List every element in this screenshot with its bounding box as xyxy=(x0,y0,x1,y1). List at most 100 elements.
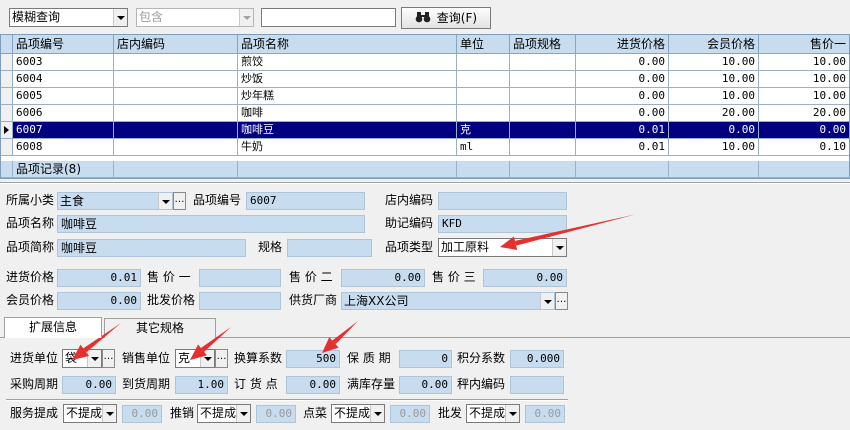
table-cell[interactable]: 20.00 xyxy=(669,105,759,122)
purchase-cycle-field[interactable]: 0.00 xyxy=(62,376,116,394)
search-input[interactable] xyxy=(261,8,396,27)
sales-unit-select[interactable]: 克 xyxy=(175,349,215,368)
subcategory-select[interactable]: 主食 xyxy=(57,192,173,210)
table-cell[interactable] xyxy=(114,139,238,156)
table-cell[interactable]: 6006 xyxy=(13,105,114,122)
table-cell[interactable]: 0.01 xyxy=(576,122,669,139)
column-header[interactable]: 售价一 xyxy=(759,35,849,54)
table-cell[interactable] xyxy=(457,54,510,71)
arrival-cycle-field[interactable]: 1.00 xyxy=(175,376,228,394)
row-indicator[interactable] xyxy=(1,139,13,156)
chevron-down-icon[interactable] xyxy=(113,9,127,26)
type-select[interactable]: 加工原料 xyxy=(438,238,567,257)
order-commission-select[interactable]: 不提成 xyxy=(331,404,385,423)
column-header[interactable]: 品项名称 xyxy=(238,35,457,54)
code-field[interactable]: 6007 xyxy=(246,192,365,210)
query-button[interactable]: 查询(F) xyxy=(401,7,491,29)
row-indicator[interactable] xyxy=(1,122,13,139)
wholesale-commission-amount[interactable]: 0.00 xyxy=(525,405,565,423)
chevron-down-icon[interactable] xyxy=(505,405,519,422)
table-cell[interactable]: 10.00 xyxy=(759,54,849,71)
row-indicator[interactable] xyxy=(1,54,13,71)
short-name-field[interactable]: 咖啡豆 xyxy=(57,239,246,257)
chevron-down-icon[interactable] xyxy=(200,350,214,367)
column-header[interactable]: 品项编号 xyxy=(13,35,114,54)
service-commission-select[interactable]: 不提成 xyxy=(63,404,117,423)
table-cell[interactable]: 咖啡豆 xyxy=(238,122,457,139)
chevron-down-icon[interactable] xyxy=(239,9,253,26)
tab-other-specs[interactable]: 其它规格 xyxy=(104,318,216,338)
scale-code-field[interactable] xyxy=(510,376,564,394)
table-cell[interactable]: 10.00 xyxy=(759,88,849,105)
row-indicator[interactable] xyxy=(1,105,13,122)
price3-field[interactable]: 0.00 xyxy=(483,269,567,287)
table-cell[interactable]: 0.00 xyxy=(576,54,669,71)
items-grid[interactable]: 品项编号 店内编码 品项名称 单位 品项规格 进货价格 会员价格 售价一 600… xyxy=(0,34,850,179)
store-code-field[interactable] xyxy=(438,192,567,210)
row-indicator[interactable] xyxy=(1,71,13,88)
supplier-select[interactable]: 上海XX公司 xyxy=(341,292,555,310)
order-point-field[interactable]: 0.00 xyxy=(286,376,340,394)
price2-field[interactable]: 0.00 xyxy=(341,269,425,287)
member-price-field[interactable]: 0.00 xyxy=(57,292,141,310)
table-cell[interactable]: 0.01 xyxy=(576,139,669,156)
table-cell[interactable] xyxy=(457,88,510,105)
table-cell[interactable]: 0.10 xyxy=(759,139,849,156)
table-cell[interactable]: 6008 xyxy=(13,139,114,156)
table-cell[interactable] xyxy=(510,88,576,105)
table-cell[interactable]: 10.00 xyxy=(669,139,759,156)
supplier-browse-button[interactable]: … xyxy=(555,292,568,310)
table-cell[interactable]: 煎饺 xyxy=(238,54,457,71)
wholesale-commission-select[interactable]: 不提成 xyxy=(466,404,520,423)
table-row[interactable]: 6007 咖啡豆克 0.01 0.00 0.00 xyxy=(1,122,849,139)
name-field[interactable]: 咖啡豆 xyxy=(57,215,365,233)
table-cell[interactable]: ml xyxy=(457,139,510,156)
spec-field[interactable] xyxy=(287,239,372,257)
purchase-unit-browse-button[interactable]: … xyxy=(102,349,115,368)
wholesale-price-field[interactable] xyxy=(199,292,281,310)
sales-unit-browse-button[interactable]: … xyxy=(215,349,228,368)
chevron-down-icon[interactable] xyxy=(370,405,384,422)
condition-select[interactable]: 包含 xyxy=(136,8,254,27)
table-row[interactable]: 6004 炒饭 0.00 10.00 10.00 xyxy=(1,71,849,88)
shelf-life-field[interactable]: 0 xyxy=(399,350,452,368)
table-cell[interactable]: 炒饭 xyxy=(238,71,457,88)
table-cell[interactable] xyxy=(510,122,576,139)
table-cell[interactable]: 10.00 xyxy=(669,71,759,88)
purchase-price-field[interactable]: 0.01 xyxy=(57,269,141,287)
table-cell[interactable]: 牛奶 xyxy=(238,139,457,156)
table-cell[interactable]: 6007 xyxy=(13,122,114,139)
table-cell[interactable] xyxy=(114,71,238,88)
chevron-down-icon[interactable] xyxy=(552,239,566,256)
table-cell[interactable]: 咖啡 xyxy=(238,105,457,122)
table-cell[interactable] xyxy=(510,139,576,156)
subcategory-browse-button[interactable]: … xyxy=(173,192,186,210)
promo-commission-select[interactable]: 不提成 xyxy=(197,404,251,423)
row-indicator[interactable] xyxy=(1,88,13,105)
chevron-down-icon[interactable] xyxy=(540,293,554,309)
table-cell[interactable]: 炒年糕 xyxy=(238,88,457,105)
points-field[interactable]: 0.000 xyxy=(510,350,564,368)
column-header[interactable]: 会员价格 xyxy=(669,35,759,54)
column-header[interactable]: 进货价格 xyxy=(576,35,669,54)
conversion-field[interactable]: 500 xyxy=(286,350,340,368)
chevron-down-icon[interactable] xyxy=(87,350,101,367)
mnemonic-field[interactable]: KFD xyxy=(438,215,567,233)
table-cell[interactable] xyxy=(114,105,238,122)
order-commission-amount[interactable]: 0.00 xyxy=(390,405,430,423)
column-header[interactable]: 品项规格 xyxy=(510,35,576,54)
table-cell[interactable]: 6004 xyxy=(13,71,114,88)
table-cell[interactable]: 6003 xyxy=(13,54,114,71)
table-cell[interactable] xyxy=(510,71,576,88)
table-cell[interactable] xyxy=(114,122,238,139)
table-cell[interactable]: 0.00 xyxy=(759,122,849,139)
table-cell[interactable]: 20.00 xyxy=(759,105,849,122)
chevron-down-icon[interactable] xyxy=(236,405,250,422)
table-cell[interactable]: 0.00 xyxy=(669,122,759,139)
table-cell[interactable] xyxy=(510,105,576,122)
column-header[interactable]: 店内编码 xyxy=(114,35,238,54)
table-cell[interactable]: 克 xyxy=(457,122,510,139)
query-mode-select[interactable]: 模糊查询 xyxy=(9,8,128,27)
price1-field[interactable] xyxy=(199,269,281,287)
table-cell[interactable]: 6005 xyxy=(13,88,114,105)
